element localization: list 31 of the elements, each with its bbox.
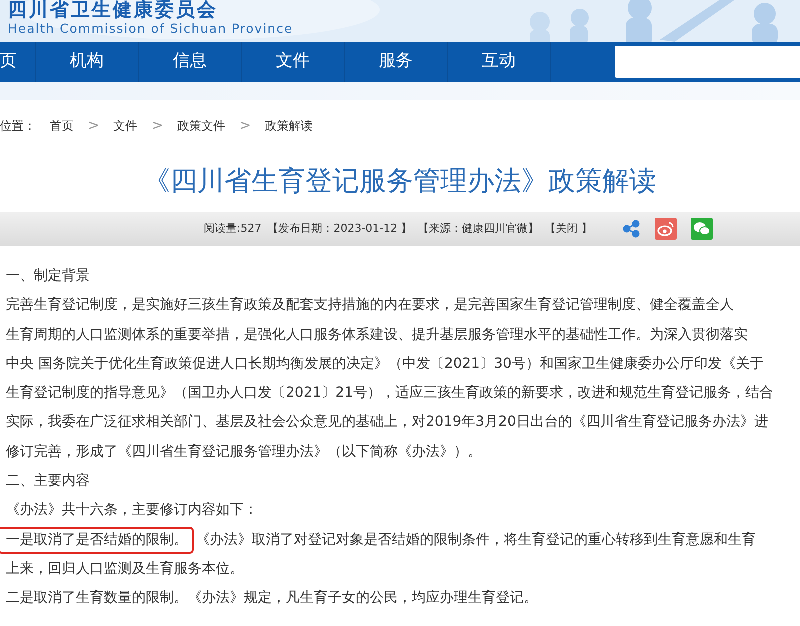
paragraph-text: 生育登记制度的指导意见》（国卫办人口发〔2021〕21号），适应三孩生育政策的新要求，改进和规范生育登记服务，结合 bbox=[5, 384, 774, 404]
breadcrumb-separator: > bbox=[152, 116, 164, 136]
paragraph-text: 中央 国务院关于优化生育政策促进人口长期均衡发展的决定》（中发〔2021〕30号）和国家卫生健康委办公厅印发《关于 bbox=[5, 354, 764, 374]
breadcrumb-separator: > bbox=[239, 116, 252, 136]
article-title: 《四川省生育登记服务管理办法》政策解读 bbox=[142, 165, 658, 199]
paragraph-text: 二、主要内容 bbox=[5, 472, 90, 492]
paragraph-text: 上来，回归人口监测及生育服务本位。 bbox=[5, 560, 244, 579]
search-field[interactable] bbox=[615, 46, 800, 78]
highlighted-text: 一是取消了是否结婚的限制。 bbox=[0, 526, 194, 554]
paragraph-text: 二是取消了生育数量的限制。《办法》规定，凡生育子女的公民，均应办理生育登记。 bbox=[5, 589, 538, 608]
breadcrumb-link[interactable]: 政策文件 bbox=[177, 117, 226, 135]
close-link[interactable]: 【关闭 】 bbox=[545, 220, 593, 238]
meta-text: 阅读量:527 bbox=[204, 220, 262, 237]
meta-text: 【发布日期：2023-01-12 】 bbox=[268, 220, 412, 237]
paragraph-text: 实际，我委在广泛征求相关部门、基层及社会公众意见的基础上，对2019年3月20日出台的《四川省生育登记服务办法》进 bbox=[5, 413, 768, 432]
site-subtitle: Health Commission of Sichuan Province bbox=[8, 23, 294, 36]
paragraph-text: 一、制定背景 bbox=[5, 267, 90, 286]
weibo-icon[interactable] bbox=[654, 218, 677, 240]
paragraph-text: 生育周期的人口监测体系的重要举措，是强化人口服务体系建设、提升基层服务管理水平的基础性工作。为深入贯彻落实 bbox=[5, 326, 748, 345]
paragraph-text: 完善生育登记制度，是实施好三孩生育政策及配套支持措施的内在要求，是完善国家生育登记管理制度、健全覆盖全人 bbox=[5, 296, 734, 316]
share-icon[interactable] bbox=[622, 220, 641, 238]
paragraph-text: 《办法》共十六条，主要修订内容如下： bbox=[5, 501, 258, 520]
breadcrumb-link[interactable]: 文件 bbox=[114, 117, 138, 135]
breadcrumb-separator: > bbox=[88, 116, 100, 136]
breadcrumb-link[interactable]: 首页 bbox=[50, 117, 74, 135]
meta-text: 【来源：健康四川官微】 bbox=[418, 220, 540, 237]
paragraph-text: 修订完善，形成了《四川省生育登记服务管理办法》（以下简称《办法》）。 bbox=[5, 442, 482, 462]
breadcrumb-label: 位置： bbox=[0, 118, 36, 135]
paragraph-text: 《办法》取消了对登记对象是否结婚的限制条件，将生育登记的重心转移到生育意愿和生育 bbox=[195, 530, 756, 550]
wechat-icon[interactable] bbox=[690, 218, 713, 240]
breadcrumb-link[interactable]: 政策解读 bbox=[265, 117, 314, 135]
